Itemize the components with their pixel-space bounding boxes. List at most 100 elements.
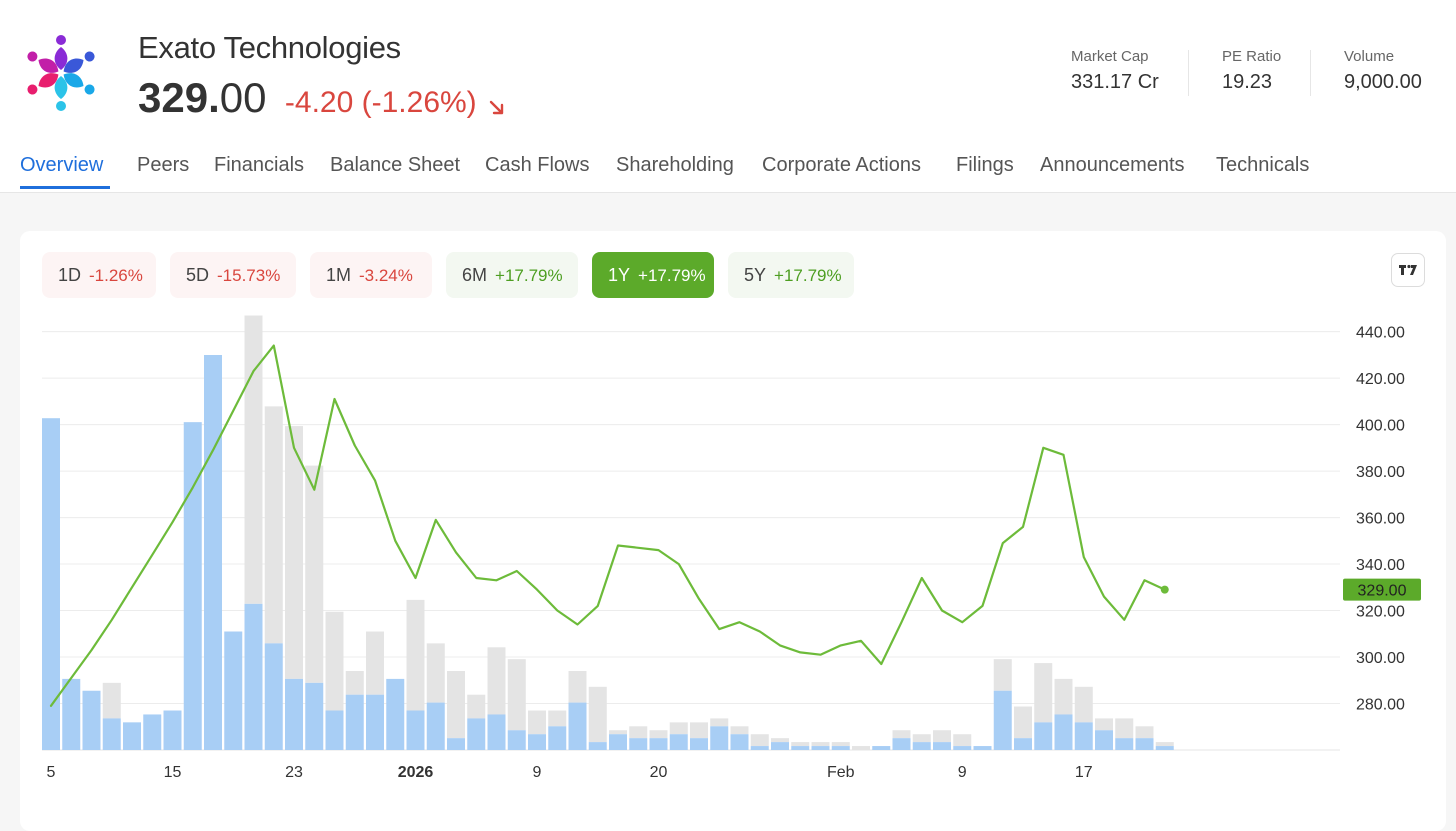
volume-bar-other [669,722,688,735]
x-tick-label: 23 [285,764,303,781]
volume-bar-other [933,730,951,743]
volume-bar [669,734,688,750]
volume-bar-other [690,722,708,739]
volume-bar [973,746,992,750]
volume-bar [933,742,951,750]
volume-bar [649,738,668,750]
volume-bar-other [649,730,668,739]
x-tick-label: 2026 [398,764,434,781]
volume-bar-other [1034,663,1053,723]
volume-bar [1155,746,1174,750]
volume-bar [305,682,324,750]
volume-bar-other [730,726,749,735]
volume-bar-other [791,742,810,747]
volume-bar [548,726,567,750]
volume-bar [447,738,465,750]
volume-bar [1095,730,1113,750]
volume-bar [406,710,425,750]
volume-bar-other [993,659,1012,691]
volume-bar-other [406,599,425,711]
volume-bar-other [811,742,830,747]
volume-bar [507,730,526,750]
volume-bar [811,746,830,750]
volume-bar [143,714,162,750]
volume-bar [953,746,972,750]
volume-bar-other [264,406,283,644]
volume-bar-other [1155,742,1174,747]
y-tick-label: 440.00 [1356,325,1405,342]
volume-bar [386,678,405,750]
volume-bar [123,722,141,750]
x-tick-label: 5 [47,764,56,781]
volume-bar-other [588,686,607,743]
x-tick-label: 9 [958,764,967,781]
volume-bar [244,603,263,750]
y-tick-label: 340.00 [1356,557,1405,574]
y-tick-label: 380.00 [1356,464,1405,481]
volume-bar-other [285,426,303,679]
volume-bar-other [305,465,324,683]
volume-bar [366,694,384,750]
volume-bar-other [750,734,769,747]
volume-bar-other [345,671,364,695]
volume-bar [912,742,931,750]
y-tick-label: 300.00 [1356,650,1405,667]
volume-bar-other [609,730,627,735]
y-tick-label: 360.00 [1356,511,1405,528]
volume-bar-other [487,647,506,715]
volume-bar-other [1095,718,1113,731]
last-price-label: 329.00 [1358,583,1407,600]
volume-bar [750,746,769,750]
volume-bar [730,734,749,750]
volume-bar [771,742,789,750]
x-tick-label: 15 [164,764,182,781]
volume-bar-other [831,742,850,747]
volume-bar [1115,738,1134,750]
x-tick-label: 9 [533,764,542,781]
y-tick-label: 280.00 [1356,697,1405,714]
volume-bar [102,718,121,750]
volume-bar [1054,714,1073,750]
volume-bar [42,418,60,750]
volume-bar [163,710,182,750]
volume-bar [690,738,708,750]
x-tick-label: 17 [1075,764,1093,781]
volume-bar [183,422,202,750]
y-tick-label: 400.00 [1356,418,1405,435]
volume-bar-other [1054,678,1073,715]
volume-bar-other [629,726,648,739]
volume-bar-other [102,682,121,719]
volume-bar-other [467,694,486,719]
volume-bar [710,726,729,750]
volume-bar [285,678,303,750]
volume-bar [467,718,486,750]
volume-bar-other [852,746,870,750]
volume-bar [568,702,587,750]
volume-bar [609,734,627,750]
y-tick-label: 320.00 [1356,604,1405,621]
volume-bar-other [507,659,526,731]
volume-bar [1034,722,1053,750]
volume-bar [345,694,364,750]
volume-bar-other [244,315,263,604]
volume-bar-other [568,671,587,703]
volume-bar [588,742,607,750]
volume-bar-other [892,730,911,739]
volume-bar-other [1014,706,1032,739]
volume-bar [528,734,546,750]
volume-bar-other [528,710,546,735]
volume-bar-other [912,734,931,743]
volume-bar-other [1115,718,1134,739]
x-tick-label: Feb [827,764,855,781]
volume-bar-other [366,631,384,695]
x-tick-label: 20 [650,764,668,781]
volume-bar [1014,738,1032,750]
volume-bar [831,746,850,750]
volume-bar [426,702,445,750]
volume-bar [1135,738,1154,750]
last-price-dot [1160,585,1169,594]
volume-bar [62,678,81,750]
price-volume-chart[interactable]: 440.00 420.00 400.00 380.00 360.00 340.00 320.… [0,0,1456,815]
volume-bar-other [1135,726,1154,739]
volume-bar-other [325,611,344,711]
